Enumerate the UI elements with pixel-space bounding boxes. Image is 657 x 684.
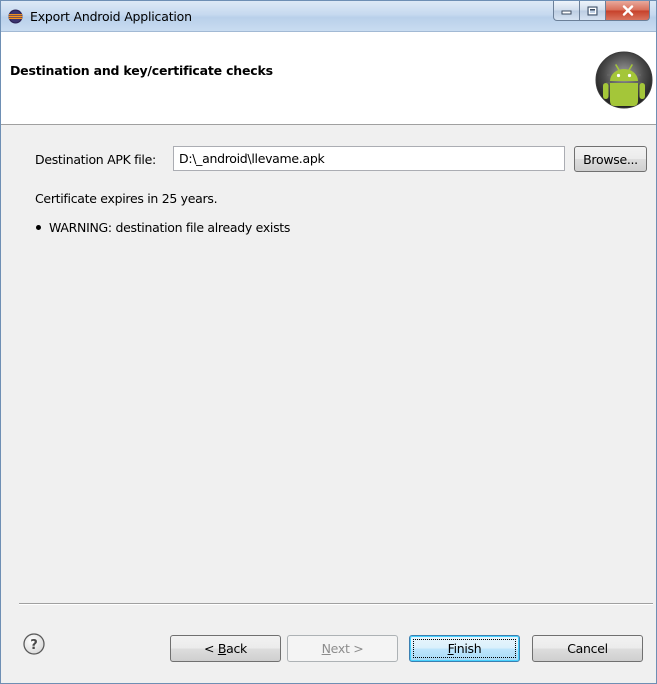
svg-text:?: ? (30, 638, 38, 653)
close-button[interactable] (606, 1, 650, 21)
cancel-button[interactable]: Cancel (532, 635, 643, 662)
next-button[interactable]: Next > (287, 635, 398, 662)
next-rest: ext > (330, 641, 364, 656)
minimize-icon (561, 10, 572, 15)
certificate-message: Certificate expires in 25 years. (35, 191, 218, 206)
maximize-button[interactable] (580, 1, 606, 21)
title-bar[interactable]: Export Android Application (1, 1, 656, 32)
warning-message: WARNING: destination file already exists (49, 220, 291, 235)
finish-rest: inish (453, 641, 482, 656)
finish-button[interactable]: Finish (409, 635, 520, 662)
finish-mnemonic: F (447, 641, 454, 656)
close-icon (622, 5, 633, 16)
eclipse-icon (8, 9, 23, 24)
export-dialog-window: Export Android Application Destination a… (0, 0, 657, 684)
footer-separator (19, 603, 653, 605)
next-mnemonic: N (321, 641, 331, 656)
destination-row: Destination APK file: Browse... (35, 146, 647, 173)
bullet-icon (36, 225, 41, 230)
window-title: Export Android Application (30, 9, 192, 24)
warning-message-row: WARNING: destination file already exists (35, 220, 290, 235)
browse-button[interactable]: Browse... (574, 146, 647, 172)
back-mnemonic: B (217, 641, 227, 656)
back-prefix: < (203, 641, 218, 656)
wizard-header: Destination and key/certificate checks (1, 32, 656, 125)
help-icon[interactable]: ? (23, 633, 45, 655)
destination-apk-label: Destination APK file: (35, 152, 156, 167)
minimize-button[interactable] (553, 1, 580, 21)
back-button[interactable]: < Back (170, 635, 281, 662)
maximize-icon (587, 6, 598, 15)
destination-apk-input[interactable] (173, 146, 565, 171)
android-logo (595, 51, 653, 109)
back-rest: ack (226, 641, 247, 656)
window-controls (553, 1, 650, 22)
page-title: Destination and key/certificate checks (10, 63, 273, 78)
